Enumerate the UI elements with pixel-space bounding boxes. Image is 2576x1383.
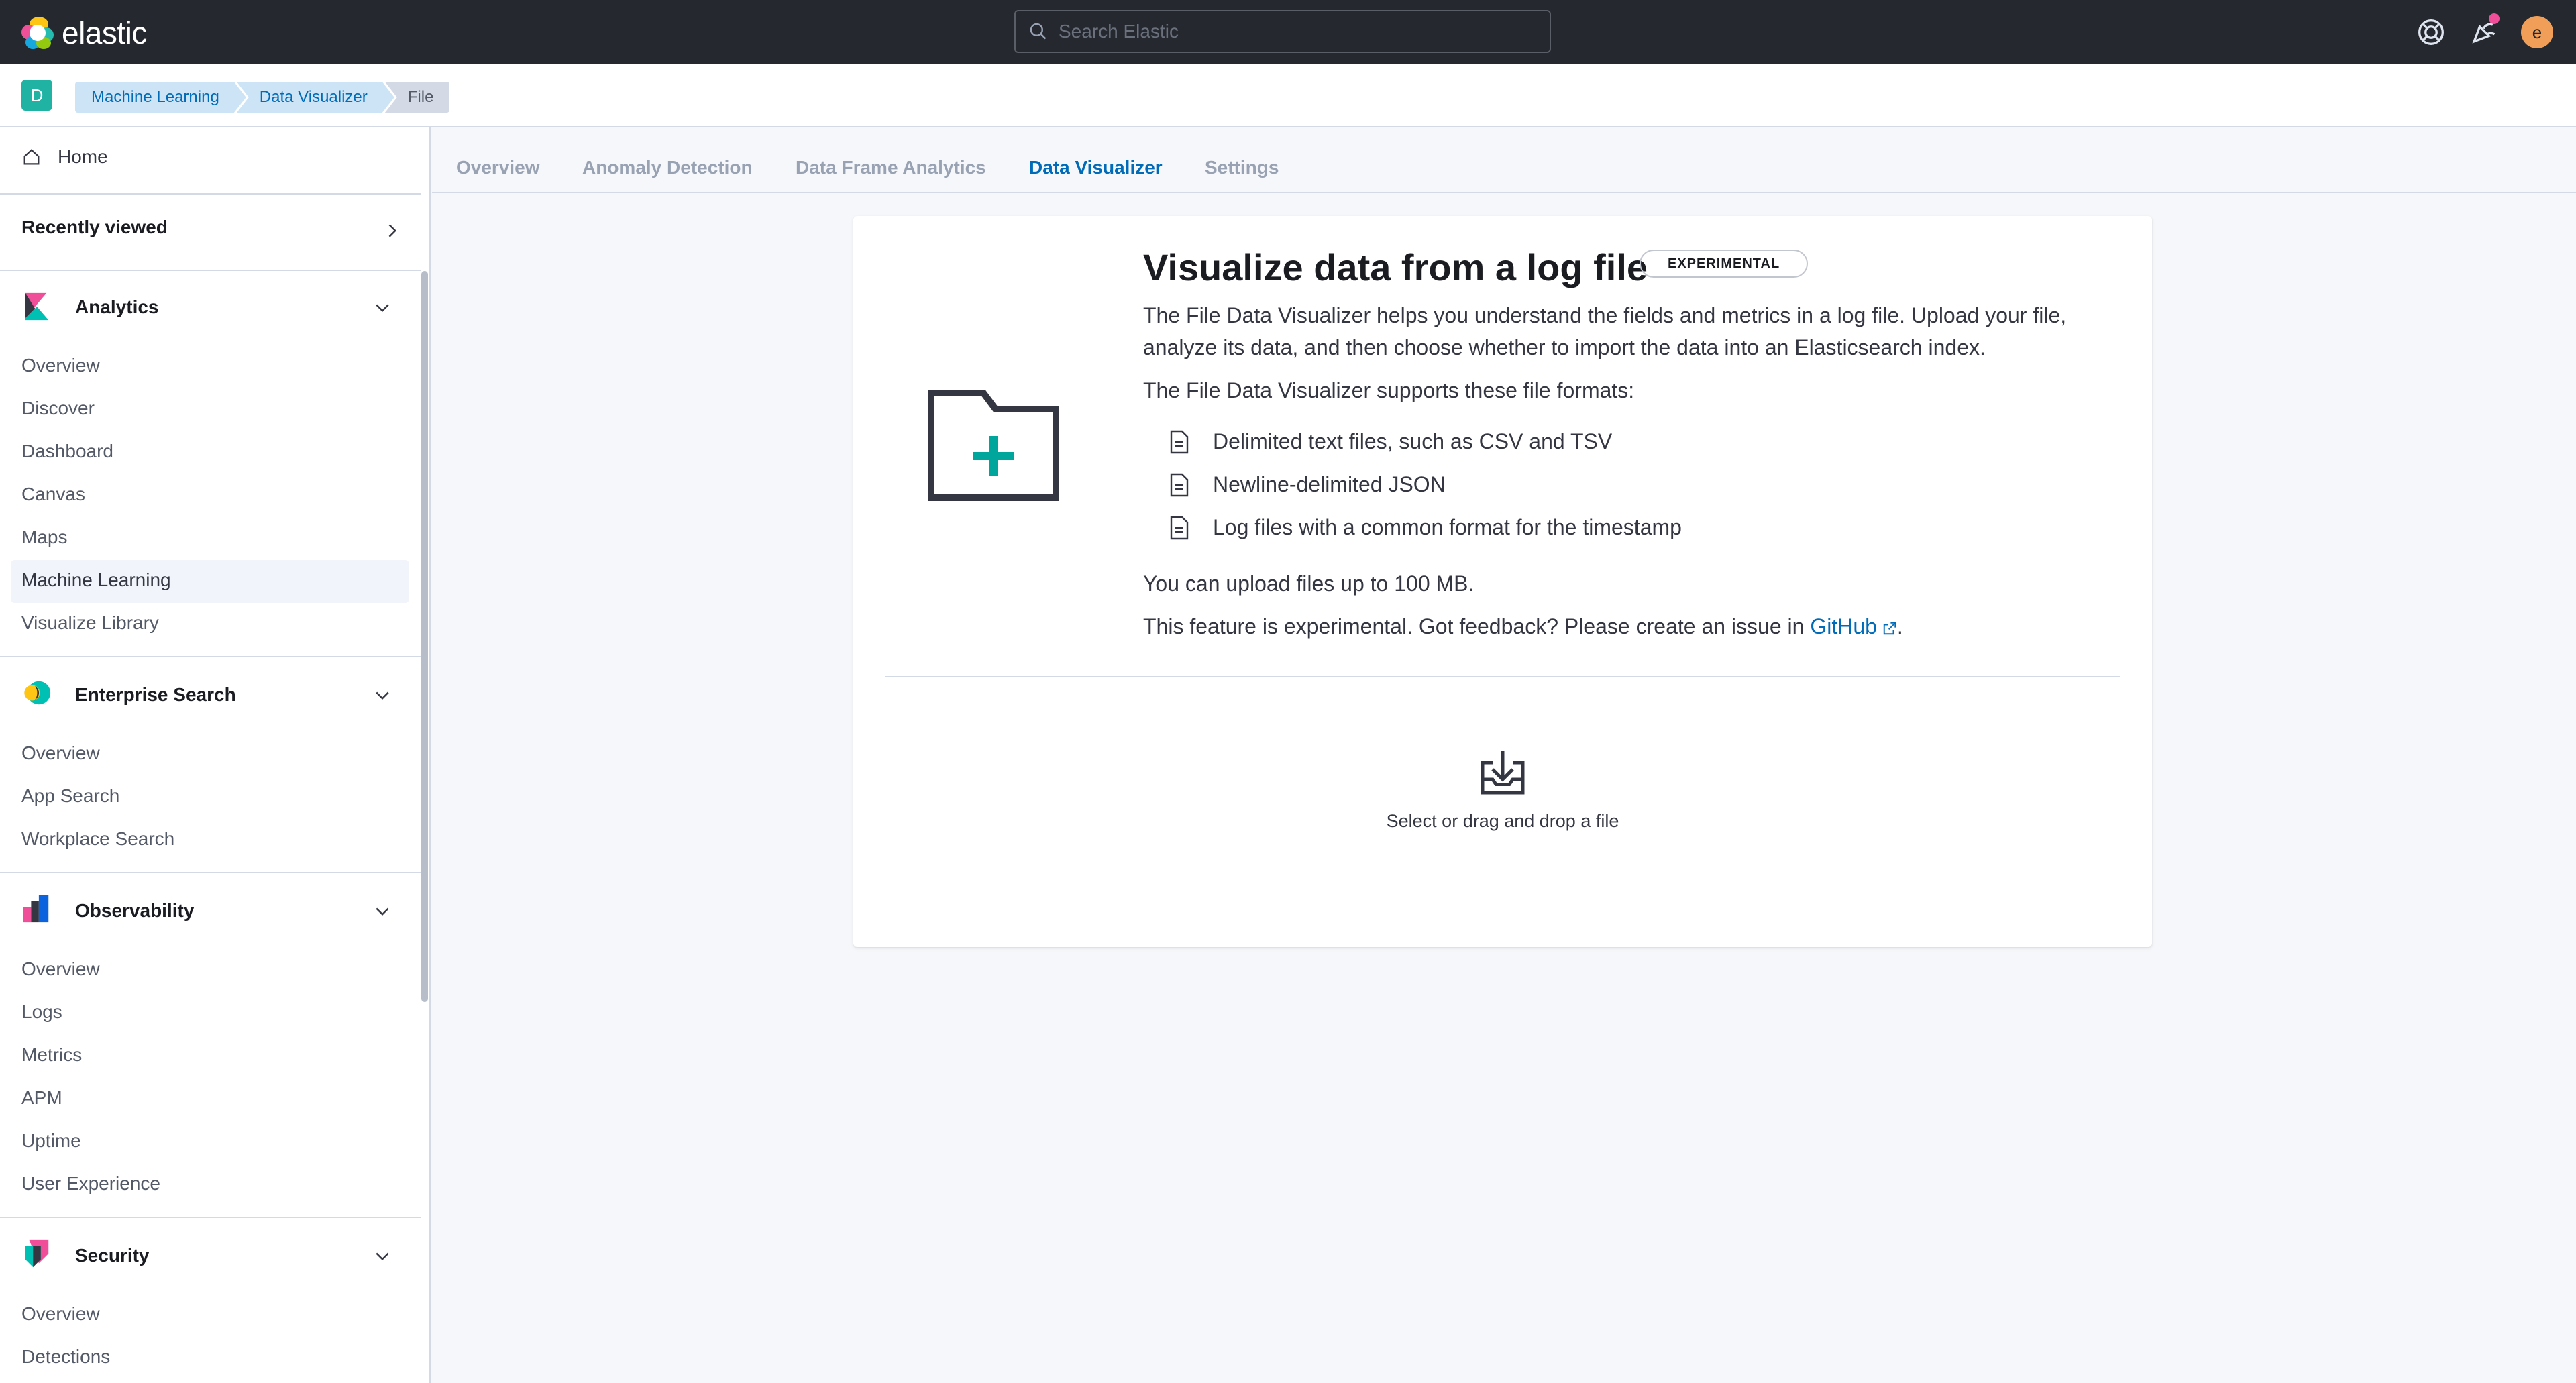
- document-icon: [1170, 430, 1189, 453]
- nav-link-workplace-search[interactable]: Workplace Search: [21, 828, 174, 850]
- nav-link-machine-learning[interactable]: Machine Learning: [21, 569, 171, 591]
- space-avatar[interactable]: D: [21, 80, 52, 111]
- ml-tabs: Overview Anomaly Detection Data Frame An…: [432, 127, 2576, 193]
- file-picker[interactable]: Select or drag and drop a file: [853, 746, 2152, 832]
- divider: [0, 193, 421, 195]
- breadcrumb-bar: D Machine Learning Data Visualizer File: [0, 64, 2576, 127]
- nav-home-label: Home: [58, 146, 108, 167]
- chevron-down-icon[interactable]: [373, 685, 392, 704]
- tab-overview[interactable]: Overview: [456, 157, 540, 178]
- file-picker-label: Select or drag and drop a file: [1386, 811, 1619, 831]
- security-icon: [25, 1239, 49, 1268]
- kibana-icon: [25, 292, 49, 321]
- file-upload-panel: Visualize data from a log file EXPERIMEN…: [853, 216, 2152, 947]
- tab-settings[interactable]: Settings: [1205, 157, 1279, 178]
- chevron-right-icon[interactable]: [382, 221, 401, 240]
- chevron-down-icon[interactable]: [373, 901, 392, 920]
- nav-link-canvas[interactable]: Canvas: [21, 484, 85, 505]
- divider: [0, 270, 421, 271]
- nav-home[interactable]: Home: [21, 146, 108, 168]
- nav-link-obs-overview[interactable]: Overview: [21, 958, 100, 980]
- divider: [0, 872, 421, 873]
- nav-link-uptime[interactable]: Uptime: [21, 1130, 81, 1152]
- global-search[interactable]: [1014, 10, 1551, 53]
- github-link-label: GitHub: [1810, 614, 1877, 639]
- upload-limit-text: You can upload files up to 100 MB.: [1143, 571, 1474, 596]
- divider: [0, 656, 421, 657]
- format-label: Newline-delimited JSON: [1213, 472, 1446, 496]
- nav-link-sec-overview[interactable]: Overview: [21, 1303, 100, 1325]
- divider: [0, 1217, 421, 1218]
- document-icon: [1170, 473, 1189, 496]
- notification-dot: [2489, 13, 2500, 24]
- tab-data-visualizer[interactable]: Data Visualizer: [1029, 157, 1163, 178]
- logo-text: elastic: [62, 15, 147, 50]
- breadcrumb-data-visualizer[interactable]: Data Visualizer: [237, 82, 394, 113]
- format-item: Newline-delimited JSON: [1169, 472, 1446, 497]
- nav-link-user-experience[interactable]: User Experience: [21, 1173, 160, 1195]
- nav-link-discover[interactable]: Discover: [21, 398, 95, 419]
- feedback-prefix: This feature is experimental. Got feedba…: [1143, 614, 1805, 639]
- document-icon: [1170, 516, 1189, 539]
- side-navigation: Home Recently viewed Analytics Overview …: [0, 127, 431, 1383]
- elastic-logo-icon: [20, 15, 55, 50]
- nav-link-overview[interactable]: Overview: [21, 355, 100, 376]
- intro-line-1: The File Data Visualizer helps you under…: [1143, 303, 2067, 327]
- feedback-end: .: [1896, 614, 1903, 639]
- home-icon: [23, 149, 40, 165]
- format-item: Log files with a common format for the t…: [1169, 515, 1682, 540]
- user-avatar[interactable]: e: [2521, 16, 2553, 48]
- tab-anomaly-detection[interactable]: Anomaly Detection: [582, 157, 753, 178]
- sidenav-scrollbar[interactable]: [421, 271, 428, 1002]
- tab-data-frame-analytics[interactable]: Data Frame Analytics: [796, 157, 986, 178]
- divider: [885, 676, 2120, 677]
- nav-link-dashboard[interactable]: Dashboard: [21, 441, 113, 462]
- nav-link-apm[interactable]: APM: [21, 1087, 62, 1109]
- github-link[interactable]: GitHub: [1810, 614, 1897, 639]
- breadcrumb-machine-learning[interactable]: Machine Learning: [75, 82, 246, 113]
- search-icon: [1030, 23, 1046, 40]
- nav-link-app-search[interactable]: App Search: [21, 785, 119, 807]
- import-icon: [1481, 751, 1525, 795]
- news-button[interactable]: [2469, 13, 2500, 47]
- top-header: elastic e: [0, 0, 2576, 64]
- feedback-text: This feature is experimental. Got feedba…: [1143, 610, 2096, 643]
- enterprise-search-icon: [24, 681, 51, 705]
- format-item: Delimited text files, such as CSV and TS…: [1169, 429, 1612, 454]
- search-input[interactable]: [1059, 21, 1528, 42]
- nav-link-metrics[interactable]: Metrics: [21, 1044, 82, 1066]
- nav-link-detections[interactable]: Detections: [21, 1346, 110, 1368]
- nav-group-security[interactable]: Security: [75, 1245, 150, 1266]
- breadcrumb-file: File: [384, 82, 450, 113]
- nav-link-logs[interactable]: Logs: [21, 1001, 62, 1023]
- breadcrumb: Machine Learning Data Visualizer File: [75, 82, 450, 113]
- chevron-down-icon[interactable]: [373, 298, 392, 317]
- nav-link-visualize-library[interactable]: Visualize Library: [21, 612, 159, 634]
- external-link-icon: [1883, 622, 1896, 634]
- observability-icon: [23, 895, 49, 923]
- recently-viewed-toggle[interactable]: Recently viewed: [21, 217, 168, 238]
- nav-link-maps[interactable]: Maps: [21, 527, 67, 548]
- formats-intro: The File Data Visualizer supports these …: [1143, 378, 1635, 402]
- nav-group-analytics[interactable]: Analytics: [75, 296, 159, 318]
- chevron-down-icon[interactable]: [373, 1246, 392, 1265]
- format-label: Delimited text files, such as CSV and TS…: [1213, 429, 1613, 453]
- format-label: Log files with a common format for the t…: [1213, 515, 1682, 539]
- page-title: Visualize data from a log file: [1143, 246, 1648, 288]
- nav-group-observability[interactable]: Observability: [75, 900, 194, 922]
- nav-group-enterprise-search[interactable]: Enterprise Search: [75, 684, 236, 706]
- nav-link-es-overview[interactable]: Overview: [21, 742, 100, 764]
- folder-add-icon: [928, 390, 1059, 501]
- help-icon[interactable]: [2416, 17, 2446, 47]
- elastic-logo[interactable]: elastic: [20, 15, 147, 51]
- experimental-badge: EXPERIMENTAL: [1640, 250, 1809, 278]
- intro-line-2: analyze its data, and then choose whethe…: [1143, 335, 1986, 359]
